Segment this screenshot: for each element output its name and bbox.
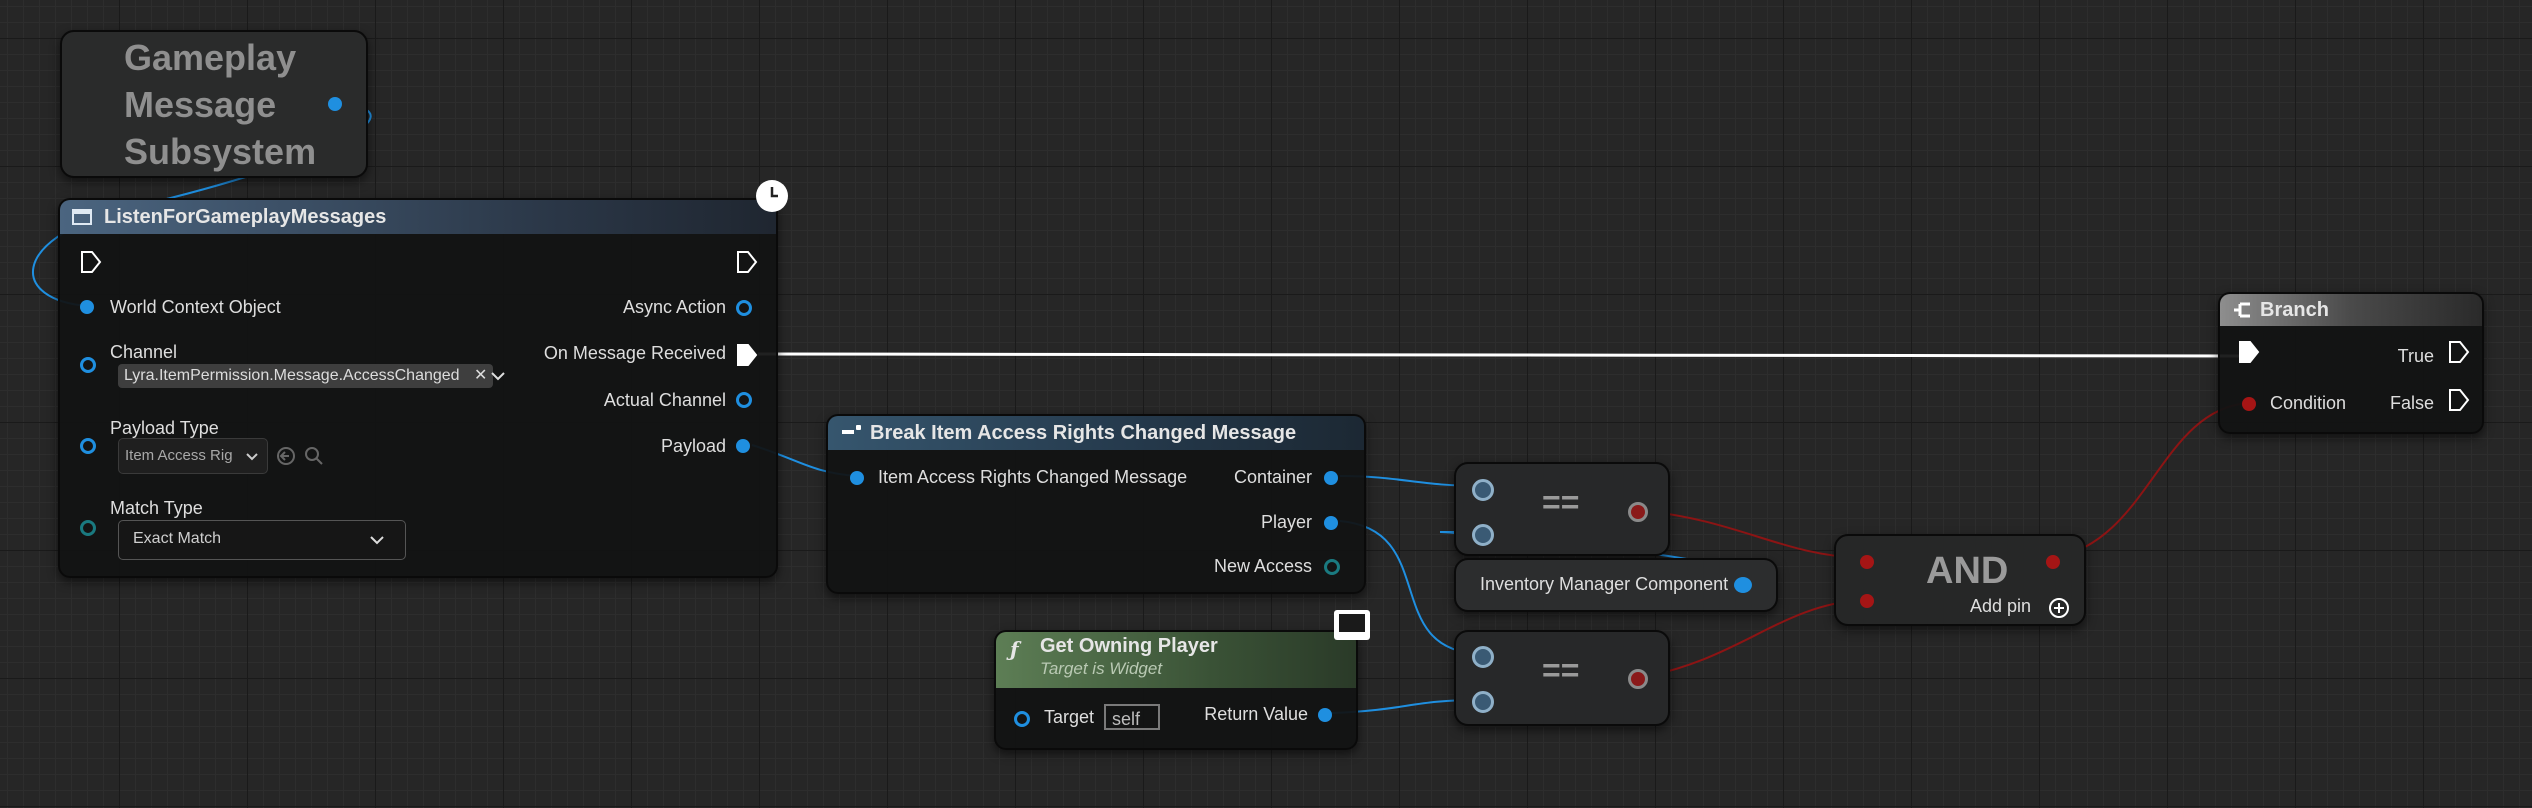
branch-node-header: Branch (2220, 294, 2482, 326)
match-type-label: Match Type (110, 498, 203, 518)
equal1-result-pin[interactable] (1628, 502, 1648, 522)
owning-player-header: ƒ Get Owning Player Target is Widget (996, 632, 1356, 688)
subsystem-title-line2: Message (124, 84, 277, 125)
subsystem-title-line3: Subsystem (124, 131, 317, 172)
gameplay-message-subsystem-node[interactable]: Gameplay Message Subsystem (60, 30, 368, 178)
condition-label: Condition (2270, 393, 2347, 413)
branch-icon (2234, 302, 2250, 318)
and-add-pin-label[interactable]: Add pin (1970, 596, 2031, 617)
equal2-operator: == (1542, 652, 1580, 688)
target-label: Target (1044, 707, 1095, 727)
match-type-pin[interactable] (80, 520, 96, 536)
listen-for-gameplay-messages-node[interactable]: ListenForGameplayMessages World Context … (58, 180, 788, 578)
browse-back-icon[interactable] (276, 446, 296, 466)
break-node-title: Break Item Access Rights Changed Message (870, 422, 1297, 444)
latent-clock-icon (756, 180, 788, 212)
wire-equal1-to-and (1637, 509, 1863, 559)
break-node-header: Break Item Access Rights Changed Message (828, 416, 1364, 450)
browse-search-icon[interactable] (304, 446, 324, 466)
return-value-pin[interactable] (1318, 708, 1332, 722)
payload-type-value: Item Access Rig (125, 447, 233, 464)
subsystem-title: Gameplay Message Subsystem (124, 34, 316, 175)
payload-type-pin[interactable] (80, 438, 96, 454)
payload-label: Payload (660, 436, 726, 456)
branch-title: Branch (2260, 299, 2329, 321)
match-type-combo[interactable]: Exact Match (118, 520, 406, 560)
and-output-pin[interactable] (2046, 555, 2060, 569)
on-message-received-label: On Message Received (543, 343, 726, 363)
actual-channel-pin[interactable] (736, 392, 752, 408)
match-type-chevron-icon (370, 536, 384, 545)
break-input-label: Item Access Rights Changed Message (878, 467, 1188, 487)
branch-node[interactable]: Branch Condition True False (2218, 292, 2484, 434)
payload-pin[interactable] (736, 439, 750, 453)
and-input-b-pin[interactable] (1860, 594, 1874, 608)
world-context-pin[interactable] (80, 300, 94, 314)
condition-pin[interactable] (2242, 397, 2256, 411)
and-input-a-pin[interactable] (1860, 555, 1874, 569)
target-self-field[interactable]: self (1104, 704, 1160, 730)
world-context-label: World Context Object (110, 297, 281, 317)
async-action-label: Async Action (622, 297, 726, 317)
listen-node-header: ListenForGameplayMessages (60, 200, 776, 234)
payload-type-combo[interactable]: Item Access Rig (118, 438, 268, 474)
channel-pin[interactable] (80, 357, 96, 373)
and-node[interactable]: AND Add pin (1834, 534, 2086, 626)
new-access-label: New Access (1213, 556, 1312, 576)
return-value-label: Return Value (1204, 704, 1308, 724)
equal1-operator: == (1542, 484, 1580, 520)
payload-type-chevron-icon (246, 453, 258, 461)
client-only-monitor-icon (1334, 610, 1370, 640)
exec-input-pin[interactable] (80, 250, 102, 274)
false-exec-pin[interactable] (2448, 388, 2470, 412)
inventory-output-pin[interactable] (1734, 577, 1752, 593)
channel-dropdown-chevron-icon[interactable] (490, 370, 506, 382)
channel-tag-chip[interactable]: Lyra.ItemPermission.Message.AccessChange… (118, 364, 494, 388)
break-input-pin[interactable] (850, 471, 864, 485)
true-label: True (2397, 346, 2434, 366)
inventory-manager-component-node[interactable]: Inventory Manager Component (1454, 558, 1778, 612)
actual-channel-label: Actual Channel (603, 390, 726, 410)
equal-node-2[interactable]: == (1454, 630, 1670, 726)
async-action-pin[interactable] (736, 300, 752, 316)
match-type-value: Exact Match (133, 530, 222, 547)
player-label: Player (1260, 512, 1312, 532)
equal2-result-pin[interactable] (1628, 669, 1648, 689)
payload-type-label: Payload Type (110, 418, 219, 438)
false-label: False (2389, 393, 2434, 413)
subsystem-title-line1: Gameplay (124, 37, 297, 78)
function-icon: ƒ (1010, 637, 1019, 661)
get-owning-player-node[interactable]: ƒ Get Owning Player Target is Widget Tar… (994, 610, 1370, 750)
async-node-icon (72, 209, 92, 225)
channel-label: Channel (110, 342, 178, 362)
equal1-input-a-pin[interactable] (1472, 479, 1494, 501)
equal2-input-a-pin[interactable] (1472, 646, 1494, 668)
branch-exec-input-pin[interactable] (2238, 340, 2260, 364)
new-access-pin[interactable] (1324, 559, 1340, 575)
true-exec-pin[interactable] (2448, 340, 2470, 364)
exec-output-pin[interactable] (736, 250, 758, 274)
container-label: Container (1233, 467, 1312, 487)
inventory-manager-label: Inventory Manager Component (1480, 574, 1729, 594)
channel-tag-clear-icon[interactable]: ✕ (474, 367, 487, 384)
wire-exec-to-branch (757, 352, 2243, 358)
equal-node-1[interactable]: == (1454, 462, 1670, 556)
equal2-input-b-pin[interactable] (1472, 691, 1494, 713)
break-message-node[interactable]: Break Item Access Rights Changed Message… (826, 414, 1366, 594)
container-pin[interactable] (1324, 471, 1338, 485)
subsystem-output-pin[interactable] (328, 97, 342, 111)
listen-node-title: ListenForGameplayMessages (104, 206, 387, 228)
channel-tag-value: Lyra.ItemPermission.Message.AccessChange… (124, 367, 460, 384)
break-struct-icon-dot (856, 425, 861, 430)
on-message-received-exec-pin[interactable] (736, 343, 758, 367)
break-struct-icon (842, 430, 854, 434)
target-pin[interactable] (1014, 711, 1030, 727)
player-pin[interactable] (1324, 516, 1338, 530)
owning-player-subtitle: Target is Widget (1040, 659, 1163, 678)
and-title: AND (1926, 550, 2009, 592)
equal1-input-b-pin[interactable] (1472, 524, 1494, 546)
add-pin-icon[interactable] (2048, 597, 2070, 619)
